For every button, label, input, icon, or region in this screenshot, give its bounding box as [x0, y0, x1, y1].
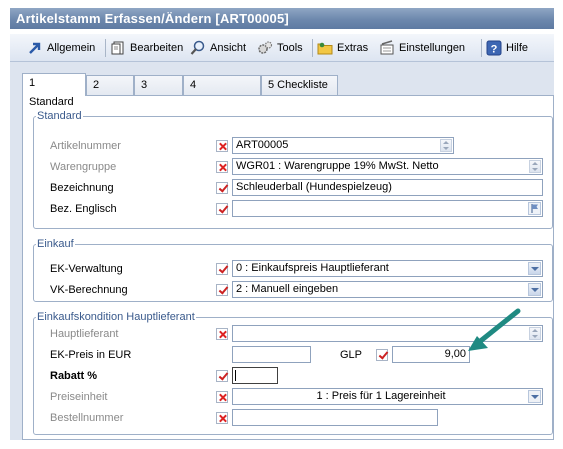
svg-text:?: ? [491, 44, 498, 56]
glp-field[interactable]: 9,00 [392, 346, 470, 363]
text-cursor [235, 370, 236, 381]
bez-englisch-label: Bez. Englisch [50, 203, 117, 215]
tab-standard[interactable]: 1 Standard [22, 73, 86, 108]
rabatt-label: Rabatt % [50, 370, 98, 382]
hauptlieferant-label: Hauptlieferant [50, 328, 119, 340]
bestellnummer-field[interactable] [232, 409, 438, 426]
warengruppe-field[interactable]: WGR01 : Warengruppe 19% MwSt. Netto [232, 158, 543, 175]
ek-preis-label: EK-Preis in EUR [50, 349, 132, 361]
window-title: Artikelstamm Erfassen/Ändern [ART00005] [10, 8, 554, 29]
ek-verwaltung-label: EK-Verwaltung [50, 263, 123, 275]
tab-panel-standard: Standard Artikelnummer ART00005 Warengru… [22, 95, 554, 440]
group-kondition-legend: Einkaufskondition Hauptlieferant [36, 310, 196, 324]
menu-allgemein-label: Allgemein [47, 42, 96, 54]
tab-bilder[interactable]: 3 Bilder [134, 75, 183, 110]
required-x-icon [216, 161, 228, 173]
group-standard: Standard Artikelnummer ART00005 Warengru… [33, 109, 553, 229]
ek-verwaltung-value: 0 : Einkaufspreis Hauptlieferant [236, 262, 389, 274]
artikelnummer-field[interactable]: ART00005 [232, 137, 454, 154]
group-einkauf-legend: Einkauf [36, 237, 75, 251]
vk-berechnung-select[interactable]: 2 : Manuell eingeben [232, 281, 543, 298]
check-icon [216, 370, 228, 382]
spin-icon[interactable] [529, 327, 541, 340]
bez-englisch-field[interactable] [232, 200, 543, 217]
check-icon [216, 284, 228, 296]
menu-allgemein[interactable]: Allgemein [27, 39, 95, 57]
menu-bearbeiten[interactable]: Bearbeiten [110, 39, 183, 57]
menu-tools-label: Tools [277, 42, 303, 54]
tab-checkliste[interactable]: 5 Checkliste [261, 75, 338, 95]
menu-separator [105, 39, 106, 57]
artikelnummer-value: ART00005 [236, 139, 289, 151]
warengruppe-label: Warengruppe [50, 161, 117, 173]
required-x-icon [216, 391, 228, 403]
check-icon [216, 203, 228, 215]
spin-icon[interactable] [440, 139, 452, 152]
chevron-down-icon[interactable] [528, 390, 541, 403]
vk-berechnung-value: 2 : Manuell eingeben [236, 283, 339, 295]
check-icon [216, 182, 228, 194]
arrow-icon [27, 40, 43, 56]
bezeichnung-label: Bezeichnung [50, 182, 114, 194]
folder-icon [317, 40, 333, 56]
magnifier-icon [190, 40, 206, 56]
required-x-icon [216, 328, 228, 340]
menu-bearbeiten-label: Bearbeiten [130, 42, 184, 54]
menu-einstellungen[interactable]: Einstellungen [379, 39, 465, 57]
annotation-arrow-icon [468, 308, 521, 351]
ek-preis-field[interactable] [232, 346, 311, 363]
bezeichnung-field[interactable]: Schleuderball (Hundespielzeug) [232, 179, 543, 196]
required-x-icon [216, 140, 228, 152]
artikelnummer-label: Artikelnummer [50, 140, 121, 152]
chevron-down-icon[interactable] [528, 262, 541, 275]
gears-icon [257, 40, 273, 56]
menu-hilfe[interactable]: ? Hilfe [486, 39, 528, 57]
spin-icon[interactable] [529, 160, 541, 173]
help-icon: ? [486, 40, 502, 56]
menu-hilfe-label: Hilfe [506, 42, 529, 54]
settings-icon [379, 40, 395, 56]
flag-icon[interactable] [528, 202, 541, 215]
menu-bar: Allgemein Bearbeiten Ansicht Tools Extra… [10, 34, 554, 62]
menu-tools[interactable]: Tools [257, 39, 303, 57]
preiseinheit-label: Preiseinheit [50, 391, 108, 403]
chevron-down-icon[interactable] [528, 283, 541, 296]
menu-ansicht[interactable]: Ansicht [190, 39, 246, 57]
bestellnummer-label: Bestellnummer [50, 412, 124, 424]
vk-berechnung-label: VK-Berechnung [50, 284, 128, 296]
menu-separator [481, 39, 482, 57]
menu-ansicht-label: Ansicht [210, 42, 247, 54]
preiseinheit-value: 1 : Preis für 1 Lagereinheit [316, 390, 446, 402]
ek-verwaltung-select[interactable]: 0 : Einkaufspreis Hauptlieferant [232, 260, 543, 277]
bezeichnung-value: Schleuderball (Hundespielzeug) [236, 181, 392, 193]
preiseinheit-select[interactable]: 1 : Preis für 1 Lagereinheit [232, 388, 543, 405]
warengruppe-value: WGR01 : Warengruppe 19% MwSt. Netto [236, 160, 439, 172]
tab-texte[interactable]: 2 Texte [86, 75, 134, 110]
glp-label: GLP [340, 349, 363, 361]
required-x-icon [216, 412, 228, 424]
tab-dokumente[interactable]: 4 Dokumente [183, 75, 261, 110]
check-icon [216, 263, 228, 275]
document-icon [110, 40, 126, 56]
check-icon [376, 349, 388, 361]
group-einkauf: Einkauf EK-Verwaltung 0 : Einkaufspreis … [33, 237, 553, 302]
rabatt-field[interactable] [232, 367, 278, 384]
menu-separator [312, 39, 313, 57]
menu-einstellungen-label: Einstellungen [399, 42, 466, 54]
menu-extras-label: Extras [337, 42, 369, 54]
menu-extras[interactable]: Extras [317, 39, 368, 57]
